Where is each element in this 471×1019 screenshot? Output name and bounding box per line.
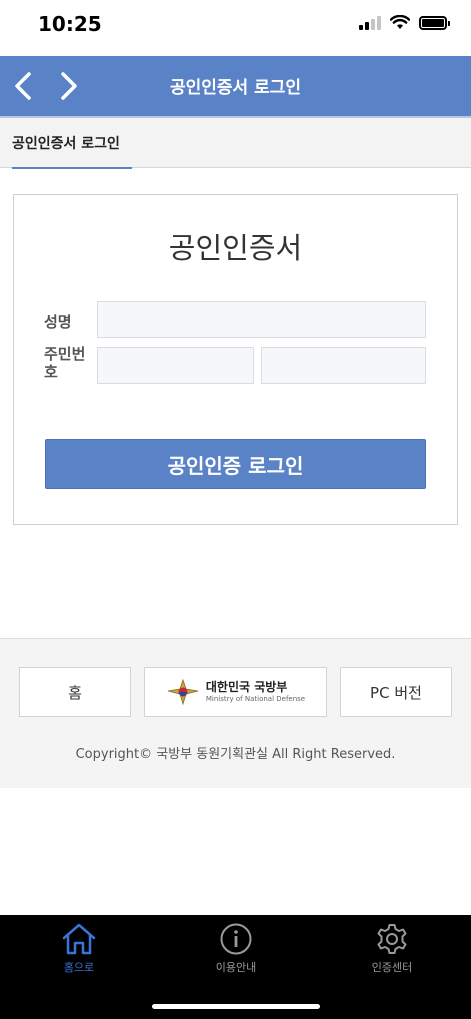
- mnd-logo-text: 대한민국 국방부 Ministry of National Defense: [205, 680, 306, 703]
- copyright-text: Copyright© 국방부 동원기획관실 All Right Reserved…: [75, 747, 396, 762]
- wifi-icon: [390, 15, 410, 29]
- footer-home-button[interactable]: 홈: [19, 667, 131, 717]
- page-title: 공인인증서 로그인: [169, 78, 302, 98]
- ssn-back-input[interactable]: [261, 347, 426, 384]
- bottom-nav-home[interactable]: 홈으로: [24, 923, 134, 975]
- ssn-label: 주민번호: [44, 345, 86, 381]
- status-icons: [359, 15, 450, 30]
- status-bar: 10:25: [0, 0, 471, 56]
- bottom-nav-label: 이용안내: [215, 961, 257, 974]
- home-icon: [62, 923, 96, 955]
- certificate-login-button[interactable]: 공인인증 로그인: [45, 439, 426, 489]
- name-input[interactable]: [97, 301, 426, 338]
- mnd-name-kr: 대한민국 국방부: [205, 680, 288, 695]
- bottom-nav-label: 인증센터: [371, 961, 413, 974]
- footer: 홈 대한민국 국방부 Ministry of National Defense …: [0, 638, 471, 788]
- home-indicator: [152, 1004, 320, 1009]
- bottom-nav-info[interactable]: 이용안내: [181, 923, 291, 975]
- ssn-front-input[interactable]: [97, 347, 254, 384]
- mnd-emblem-icon: [167, 678, 198, 706]
- app-header: 공인인증서 로그인: [0, 56, 471, 116]
- mnd-link-button[interactable]: 대한민국 국방부 Ministry of National Defense: [144, 667, 327, 717]
- tab-strip: 공인인증서 로그인: [0, 116, 471, 169]
- card-title: 공인인증서: [168, 231, 303, 265]
- pc-version-button[interactable]: PC 버전: [340, 667, 452, 717]
- name-label: 성명: [44, 313, 72, 331]
- mnd-name-en: Ministry of National Defense: [205, 694, 306, 703]
- battery-icon: [419, 15, 450, 30]
- info-icon: [220, 923, 252, 955]
- tab-certificate-login[interactable]: 공인인증서 로그인: [0, 118, 132, 169]
- bottom-nav-cert-center[interactable]: 인증센터: [337, 923, 447, 975]
- bottom-nav-label: 홈으로: [63, 961, 95, 974]
- gear-icon: [377, 924, 407, 954]
- login-card: 공인인증서 성명 주민번호 공인인증 로그인: [13, 194, 458, 525]
- status-time: 10:25: [38, 12, 102, 36]
- cellular-signal-icon: [359, 15, 381, 30]
